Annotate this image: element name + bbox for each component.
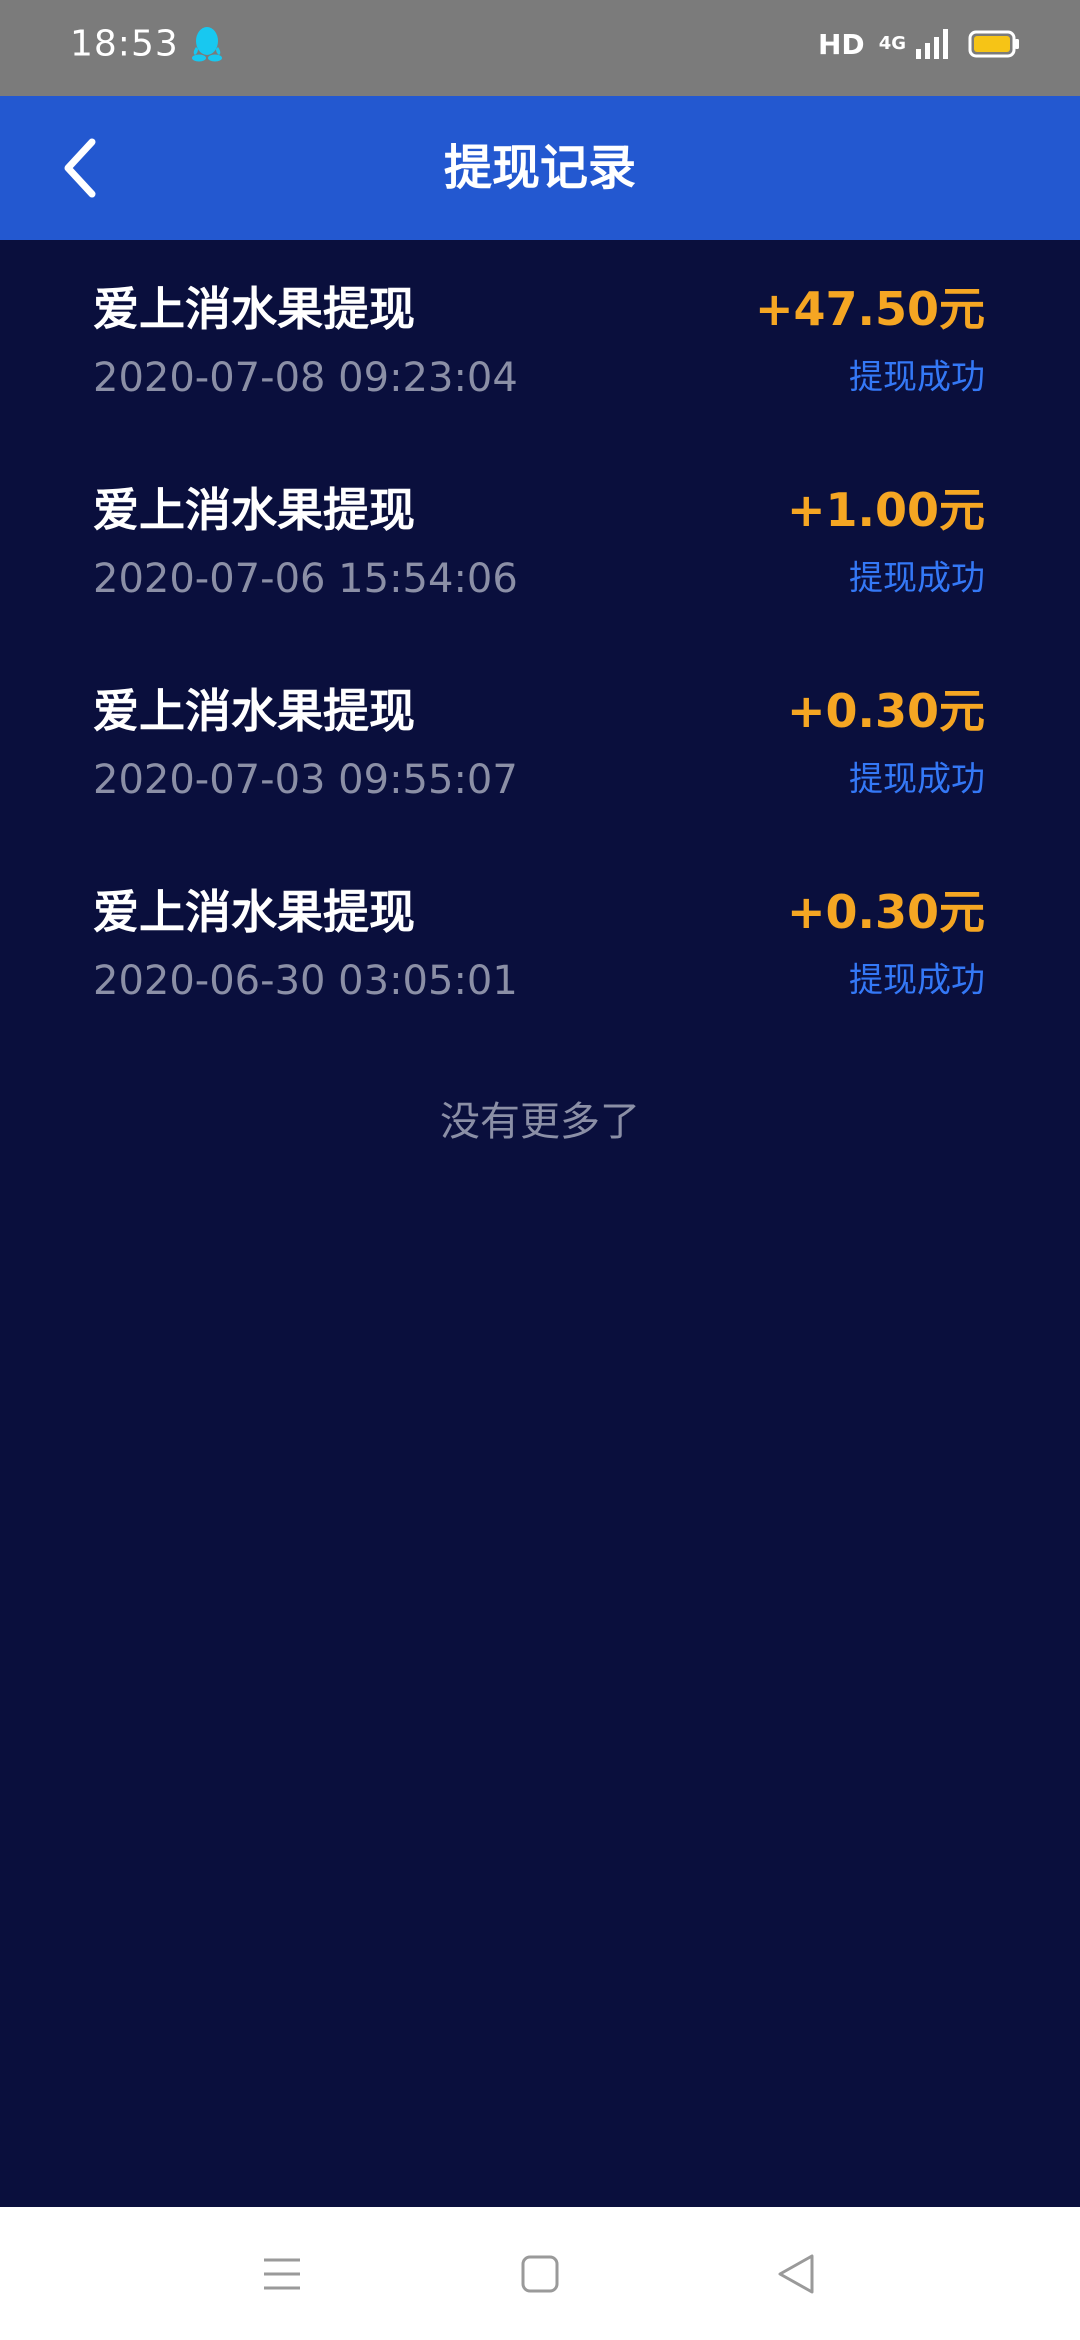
network-label: 4G (878, 33, 906, 54)
record-time: 2020-07-08 09:23:04 (93, 355, 518, 401)
record-status: 提现成功 (849, 759, 985, 800)
record-title: 爱上消水果提现 (93, 282, 415, 336)
record-status: 提现成功 (849, 357, 985, 398)
record-time: 2020-06-30 03:05:01 (93, 958, 518, 1004)
record-item[interactable]: 爱上消水果提现 2020-07-08 09:23:04 +47.50元 提现成功 (0, 240, 1080, 441)
hd-label: HD (818, 27, 865, 61)
withdrawal-record-list: 爱上消水果提现 2020-07-08 09:23:04 +47.50元 提现成功… (0, 240, 1080, 1044)
record-amount: +0.30元 (786, 885, 985, 939)
record-status: 提现成功 (849, 960, 985, 1001)
nav-back-button[interactable] (746, 2207, 846, 2340)
triangle-back-icon (778, 2254, 814, 2293)
menu-icon (264, 2258, 300, 2289)
record-amount: +0.30元 (786, 684, 985, 738)
app-header: 提现记录 (0, 96, 1080, 240)
record-amount: +47.50元 (754, 282, 985, 336)
record-item[interactable]: 爱上消水果提现 2020-06-30 03:05:01 +0.30元 提现成功 (0, 843, 1080, 1044)
system-nav-bar (0, 2207, 1080, 2340)
record-title: 爱上消水果提现 (93, 885, 415, 939)
record-status: 提现成功 (849, 558, 985, 599)
qq-penguin-icon (192, 27, 222, 62)
signal-icon (916, 29, 948, 59)
page-title: 提现记录 (443, 140, 636, 196)
record-item[interactable]: 爱上消水果提现 2020-07-06 15:54:06 +1.00元 提现成功 (0, 441, 1080, 642)
square-home-icon (521, 2255, 559, 2292)
record-amount: +1.00元 (786, 483, 985, 537)
nav-menu-button[interactable] (232, 2207, 332, 2340)
battery-icon (968, 30, 1019, 58)
record-title: 爱上消水果提现 (93, 684, 415, 738)
record-time: 2020-07-06 15:54:06 (93, 556, 518, 602)
status-indicators: HD 4G (818, 27, 1020, 61)
status-time: 18:53 (70, 23, 179, 65)
list-end-message: 没有更多了 (440, 1099, 640, 1145)
nav-home-button[interactable] (490, 2207, 590, 2340)
record-time: 2020-07-03 09:55:07 (93, 757, 518, 803)
status-bar: 18:53 HD 4G (0, 0, 1080, 96)
record-item[interactable]: 爱上消水果提现 2020-07-03 09:55:07 +0.30元 提现成功 (0, 642, 1080, 843)
record-title: 爱上消水果提现 (93, 483, 415, 537)
